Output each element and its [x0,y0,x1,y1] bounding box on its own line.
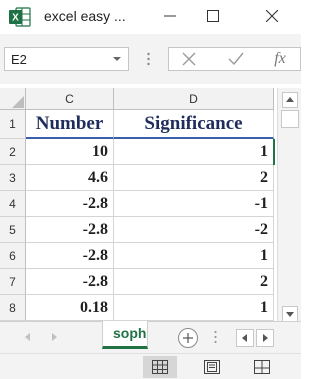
worksheet-grid: C D 1 Number Significance 2 10 1 3 4.6 2… [0,88,277,321]
row-header-3[interactable]: 3 [0,165,26,191]
close-icon [266,10,278,22]
page-layout-view-button[interactable] [195,356,229,378]
scroll-tabs-right-icon[interactable] [48,330,60,344]
cell-c7[interactable]: -2.8 [26,269,114,295]
hscroll-left-button[interactable] [236,329,254,347]
insert-function-icon[interactable]: fx [269,48,291,70]
row-header-7[interactable]: 7 [0,269,26,295]
title-bar: X excel easy ... [0,0,301,34]
window-title: excel easy ... [44,8,126,24]
row-header-8[interactable]: 8 [0,295,26,321]
name-box-value: E2 [11,52,27,67]
grid-view-icon [152,360,168,374]
row-header-5[interactable]: 5 [0,217,26,243]
svg-text:X: X [12,13,19,24]
add-sheet-button[interactable] [178,328,198,348]
cell-d4[interactable]: -1 [114,191,274,217]
enter-check-icon[interactable] [227,48,245,70]
maximize-button[interactable] [196,2,230,30]
formula-bar: E2 fx [0,34,301,84]
scroll-up-icon [286,97,294,102]
sheet-tab-active[interactable]: soph [102,321,148,349]
page-break-view-button[interactable] [245,356,279,378]
tab-split-handle-icon[interactable] [214,330,217,344]
excel-logo-icon: X [9,6,31,28]
resize-handle-icon[interactable] [147,52,150,66]
minimize-icon [164,15,176,17]
maximize-icon [207,10,219,22]
column-header-c[interactable]: C [26,88,114,110]
scroll-left-icon [242,334,247,342]
scroll-thumb[interactable] [281,110,299,128]
cell-d7[interactable]: 2 [114,269,274,295]
cell-c3[interactable]: 4.6 [26,165,114,191]
cell-d2[interactable]: 1 [114,139,274,165]
page-break-icon [254,360,270,374]
cell-c2[interactable]: 10 [26,139,114,165]
formula-input-area[interactable]: fx [168,47,301,71]
scroll-up-button[interactable] [282,92,298,108]
select-all-corner[interactable] [0,88,26,110]
normal-view-button[interactable] [143,356,177,378]
scroll-right-icon [263,334,268,342]
scroll-tabs-left-icon[interactable] [22,330,34,344]
cancel-icon[interactable] [181,48,197,70]
chevron-down-icon[interactable] [113,57,121,61]
cell-c6[interactable]: -2.8 [26,243,114,269]
page-layout-icon [204,360,220,374]
cell-d8[interactable]: 1 [114,295,274,321]
cell-d3[interactable]: 2 [114,165,274,191]
cell-c5[interactable]: -2.8 [26,217,114,243]
column-header-d[interactable]: D [114,88,274,110]
cell-c4[interactable]: -2.8 [26,191,114,217]
vertical-scrollbar[interactable] [277,88,301,325]
hscroll-right-button[interactable] [256,329,274,347]
plus-icon [183,333,193,343]
scroll-down-icon [286,312,294,317]
scroll-down-button[interactable] [282,306,298,322]
cell-c8[interactable]: 0.18 [26,295,114,321]
row-header-2[interactable]: 2 [0,139,26,165]
row-header-6[interactable]: 6 [0,243,26,269]
row-header-4[interactable]: 4 [0,191,26,217]
sheet-tab-label: soph [113,325,147,341]
cell-d1[interactable]: Significance [114,110,274,139]
row-header-1[interactable]: 1 [0,110,26,139]
cell-c1[interactable]: Number [26,110,114,139]
status-bar [0,353,301,379]
minimize-button[interactable] [153,2,187,30]
cell-d5[interactable]: -2 [114,217,274,243]
name-box[interactable]: E2 [4,47,129,71]
cell-d6[interactable]: 1 [114,243,274,269]
close-button[interactable] [255,2,289,30]
sheet-tab-bar: soph [0,321,301,353]
